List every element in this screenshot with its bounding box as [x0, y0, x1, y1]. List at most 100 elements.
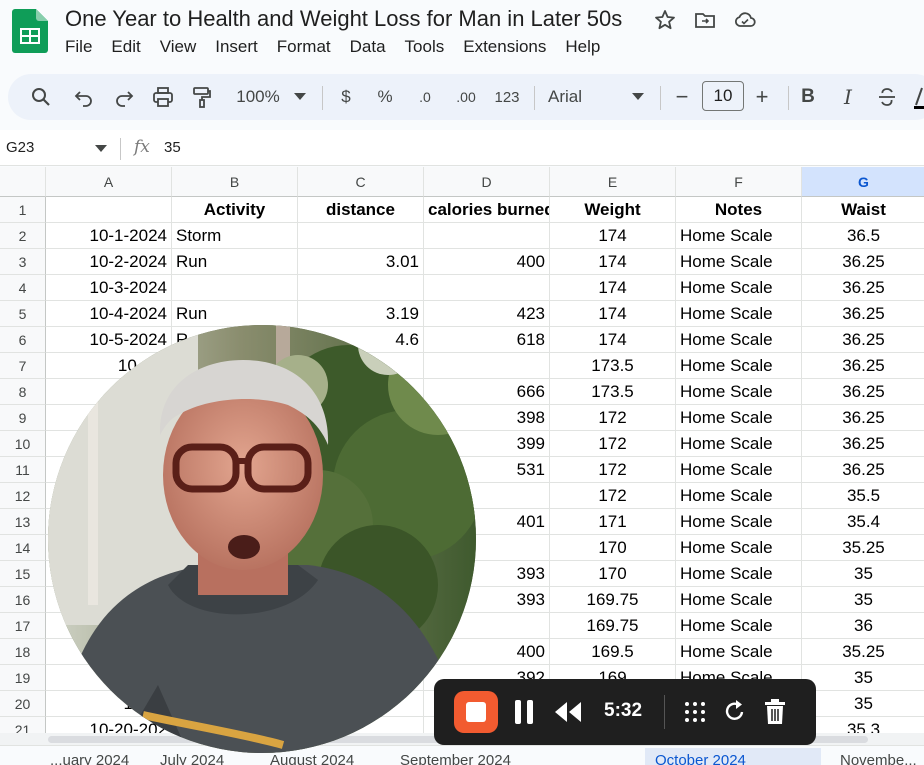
bold-button[interactable]: B — [798, 84, 818, 110]
grid-cell[interactable]: calories burned — [424, 197, 550, 223]
row-header[interactable]: 18 — [0, 639, 46, 665]
grid-cell[interactable]: 174 — [550, 223, 676, 249]
grid-cell[interactable]: 3.19 — [298, 301, 424, 327]
grid-cell[interactable] — [172, 275, 298, 301]
grid-cell[interactable]: Home Scale — [676, 327, 802, 353]
grid-cell[interactable]: distance — [298, 197, 424, 223]
column-header-a[interactable]: A — [46, 167, 172, 197]
menu-file[interactable]: File — [65, 37, 101, 57]
grid-cell[interactable]: 10-1-2024 — [46, 223, 172, 249]
grid-cell[interactable]: 3.01 — [298, 249, 424, 275]
grid-cell[interactable]: Storm — [172, 223, 298, 249]
menu-format[interactable]: Format — [277, 37, 340, 57]
grid-cell[interactable] — [298, 275, 424, 301]
chevron-down-icon[interactable] — [290, 84, 310, 110]
sheet-tab[interactable]: October 2024 — [645, 748, 821, 765]
row-header[interactable]: 2 — [0, 223, 46, 249]
strikethrough-icon[interactable] — [876, 84, 898, 110]
font-select[interactable]: Arial — [548, 84, 598, 110]
row-header[interactable]: 19 — [0, 665, 46, 691]
grid-cell[interactable]: 35.5 — [802, 483, 924, 509]
grid-cell[interactable]: 618 — [424, 327, 550, 353]
grid-cell[interactable]: Home Scale — [676, 561, 802, 587]
menu-view[interactable]: View — [160, 37, 206, 57]
grid-cell[interactable]: Home Scale — [676, 431, 802, 457]
webcam-bubble[interactable] — [48, 325, 476, 753]
grid-cell[interactable]: 10-4-2024 — [46, 301, 172, 327]
grid-cell[interactable]: 400 — [424, 249, 550, 275]
column-header-f[interactable]: F — [676, 167, 802, 197]
font-size-input[interactable]: 10 — [702, 81, 744, 111]
percent-format-button[interactable]: % — [374, 84, 396, 110]
row-header[interactable]: 15 — [0, 561, 46, 587]
grid-cell[interactable]: Home Scale — [676, 353, 802, 379]
grid-cell[interactable] — [424, 353, 550, 379]
grip-icon[interactable] — [683, 700, 707, 724]
grid-cell[interactable]: Home Scale — [676, 223, 802, 249]
menu-help[interactable]: Help — [565, 37, 609, 57]
decrease-decimal-button[interactable]: .0 — [413, 84, 437, 110]
grid-cell[interactable]: 666 — [424, 379, 550, 405]
row-header[interactable]: 13 — [0, 509, 46, 535]
undo-icon[interactable] — [71, 84, 97, 110]
sheet-tab[interactable]: Novembe... — [830, 748, 924, 765]
stop-recording-button[interactable] — [454, 691, 498, 733]
grid-cell[interactable]: 10-3-2024 — [46, 275, 172, 301]
grid-cell[interactable]: 171 — [550, 509, 676, 535]
grid-cell[interactable]: 35 — [802, 587, 924, 613]
grid-cell[interactable]: 174 — [550, 275, 676, 301]
grid-cell[interactable]: 36.25 — [802, 431, 924, 457]
grid-cell[interactable] — [424, 275, 550, 301]
grid-cell[interactable]: Waist — [802, 197, 924, 223]
grid-cell[interactable]: 36.25 — [802, 405, 924, 431]
grid-cell[interactable]: 170 — [550, 561, 676, 587]
grid-cell[interactable]: Run — [172, 301, 298, 327]
chevron-down-icon[interactable] — [95, 145, 107, 153]
increase-font-size-button[interactable]: + — [752, 84, 772, 110]
grid-cell[interactable]: 174 — [550, 249, 676, 275]
row-header[interactable]: 7 — [0, 353, 46, 379]
zoom-select[interactable]: 100% — [230, 84, 286, 110]
sheet-tab[interactable]: July 2024 — [150, 748, 234, 765]
grid-cell[interactable]: Home Scale — [676, 275, 802, 301]
row-header[interactable]: 20 — [0, 691, 46, 717]
grid-cell[interactable]: 169.75 — [550, 613, 676, 639]
grid-cell[interactable]: 36.25 — [802, 327, 924, 353]
select-all-corner[interactable] — [0, 167, 46, 197]
menu-tools[interactable]: Tools — [405, 37, 454, 57]
column-header-g[interactable]: G — [802, 167, 924, 197]
row-header[interactable]: 3 — [0, 249, 46, 275]
row-header[interactable]: 8 — [0, 379, 46, 405]
grid-cell[interactable]: 35 — [802, 665, 924, 691]
grid-cell[interactable]: Home Scale — [676, 613, 802, 639]
grid-cell[interactable]: Activity — [172, 197, 298, 223]
row-header[interactable]: 10 — [0, 431, 46, 457]
sheet-tab[interactable]: September 2024 — [390, 748, 521, 765]
currency-format-button[interactable]: $ — [336, 84, 356, 110]
grid-cell[interactable]: 172 — [550, 457, 676, 483]
grid-cell[interactable]: 35.25 — [802, 639, 924, 665]
grid-cell[interactable]: 36 — [802, 613, 924, 639]
grid-cell[interactable]: 173.5 — [550, 379, 676, 405]
grid-cell[interactable]: 10-5-2024 — [46, 327, 172, 353]
row-header[interactable]: 6 — [0, 327, 46, 353]
text-color-icon[interactable] — [914, 84, 924, 110]
row-header[interactable]: 5 — [0, 301, 46, 327]
grid-cell[interactable]: 36.25 — [802, 249, 924, 275]
menu-extensions[interactable]: Extensions — [463, 37, 555, 57]
grid-cell[interactable]: 36.5 — [802, 223, 924, 249]
document-title[interactable]: One Year to Health and Weight Loss for M… — [65, 6, 622, 32]
grid-cell[interactable]: 173.5 — [550, 353, 676, 379]
grid-cell[interactable]: Home Scale — [676, 457, 802, 483]
grid-cell[interactable]: Home Scale — [676, 379, 802, 405]
menu-edit[interactable]: Edit — [111, 37, 149, 57]
column-header-b[interactable]: B — [172, 167, 298, 197]
grid-cell[interactable]: 36.25 — [802, 379, 924, 405]
row-header[interactable]: 14 — [0, 535, 46, 561]
number-format-button[interactable]: 123 — [492, 84, 522, 110]
grid-cell[interactable]: 36.25 — [802, 301, 924, 327]
row-header[interactable]: 11 — [0, 457, 46, 483]
grid-cell[interactable] — [298, 223, 424, 249]
move-folder-icon[interactable] — [693, 8, 717, 32]
grid-cell[interactable]: Notes — [676, 197, 802, 223]
